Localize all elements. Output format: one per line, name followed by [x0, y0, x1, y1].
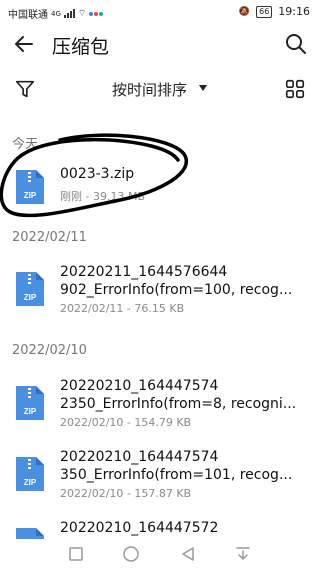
zip-file-icon: ZIP	[16, 170, 44, 204]
zip-file-icon: ZIP	[16, 457, 44, 491]
file-name-line2: 902_ErrorInfo(from=100, recog...	[60, 282, 293, 298]
status-bar: 中国联通 4G ⌔ 🔕 66 19:16	[0, 0, 320, 24]
file-meta: 刚刚 - 39.13 MB	[60, 190, 145, 203]
search-icon[interactable]	[284, 32, 308, 56]
square-icon[interactable]	[67, 545, 85, 563]
grid-view-icon[interactable]	[284, 78, 306, 100]
app-notification-icons	[89, 8, 104, 19]
zip-badge: ZIP	[24, 191, 37, 200]
file-meta: 2022/02/11 - 76.15 KB	[60, 302, 185, 315]
file-row[interactable]: ZIP 20220210_164447574 350_ErrorInfo(fro…	[0, 447, 320, 511]
file-name-line1: 20220210_164447574	[60, 378, 219, 394]
bell-icon: 🔕	[238, 6, 251, 17]
file-meta: 2022/02/10 - 157.87 KB	[60, 487, 192, 500]
section-header-date: 2022/02/11	[12, 230, 87, 245]
file-name-line1: 20220210_164447572	[60, 520, 219, 536]
zip-file-icon: ZIP	[16, 386, 44, 420]
section-header-today: 今天	[12, 137, 39, 152]
zip-file-icon: ZIP	[16, 272, 44, 306]
file-name-line2: 2350_ErrorInfo(from=8, recogni...	[60, 396, 297, 412]
signal-icon	[63, 9, 75, 18]
zip-badge: ZIP	[24, 407, 37, 416]
file-name-line2: 350_ErrorInfo(from=101, recog...	[60, 467, 293, 483]
status-left: 中国联通 4G ⌔	[8, 6, 104, 21]
page-title: 压缩包	[52, 36, 110, 58]
clock: 19:16	[278, 5, 310, 18]
back-arrow-icon[interactable]	[12, 32, 36, 56]
status-right: 🔕 66 19:16	[239, 5, 310, 18]
system-nav-bar	[0, 539, 320, 569]
file-name: 0023-3.zip	[60, 166, 135, 182]
carrier-label: 中国联通	[8, 10, 48, 21]
file-name-line1: 20220210_164447574	[60, 449, 219, 465]
wifi-icon: ⌔	[77, 9, 87, 19]
file-row[interactable]: 20220210_164447572	[0, 518, 320, 539]
file-row[interactable]: ZIP 20220210_164447574 2350_ErrorInfo(fr…	[0, 376, 320, 440]
chevron-down-icon[interactable]	[199, 85, 207, 91]
zip-file-icon	[16, 528, 44, 539]
file-row[interactable]: ZIP 20220211_1644576644 902_ErrorInfo(fr…	[0, 262, 320, 326]
file-name-line1: 20220211_1644576644	[60, 264, 228, 280]
section-header-date: 2022/02/10	[12, 343, 87, 358]
file-row[interactable]: ZIP 0023-3.zip 刚刚 - 39.13 MB	[0, 164, 320, 228]
battery-icon: 66	[256, 5, 273, 18]
network-type: 4G	[51, 9, 61, 18]
triangle-back-icon[interactable]	[179, 545, 197, 563]
zip-badge: ZIP	[24, 478, 37, 487]
notification-down-icon[interactable]	[234, 545, 252, 563]
file-meta: 2022/02/10 - 154.79 KB	[60, 416, 192, 429]
app-bar: 压缩包	[0, 28, 320, 60]
sort-bar: 按时间排序	[0, 74, 320, 104]
circle-icon[interactable]	[122, 545, 140, 563]
filter-icon[interactable]	[14, 78, 36, 100]
zip-badge: ZIP	[24, 293, 37, 302]
sort-dropdown[interactable]: 按时间排序	[112, 79, 187, 100]
